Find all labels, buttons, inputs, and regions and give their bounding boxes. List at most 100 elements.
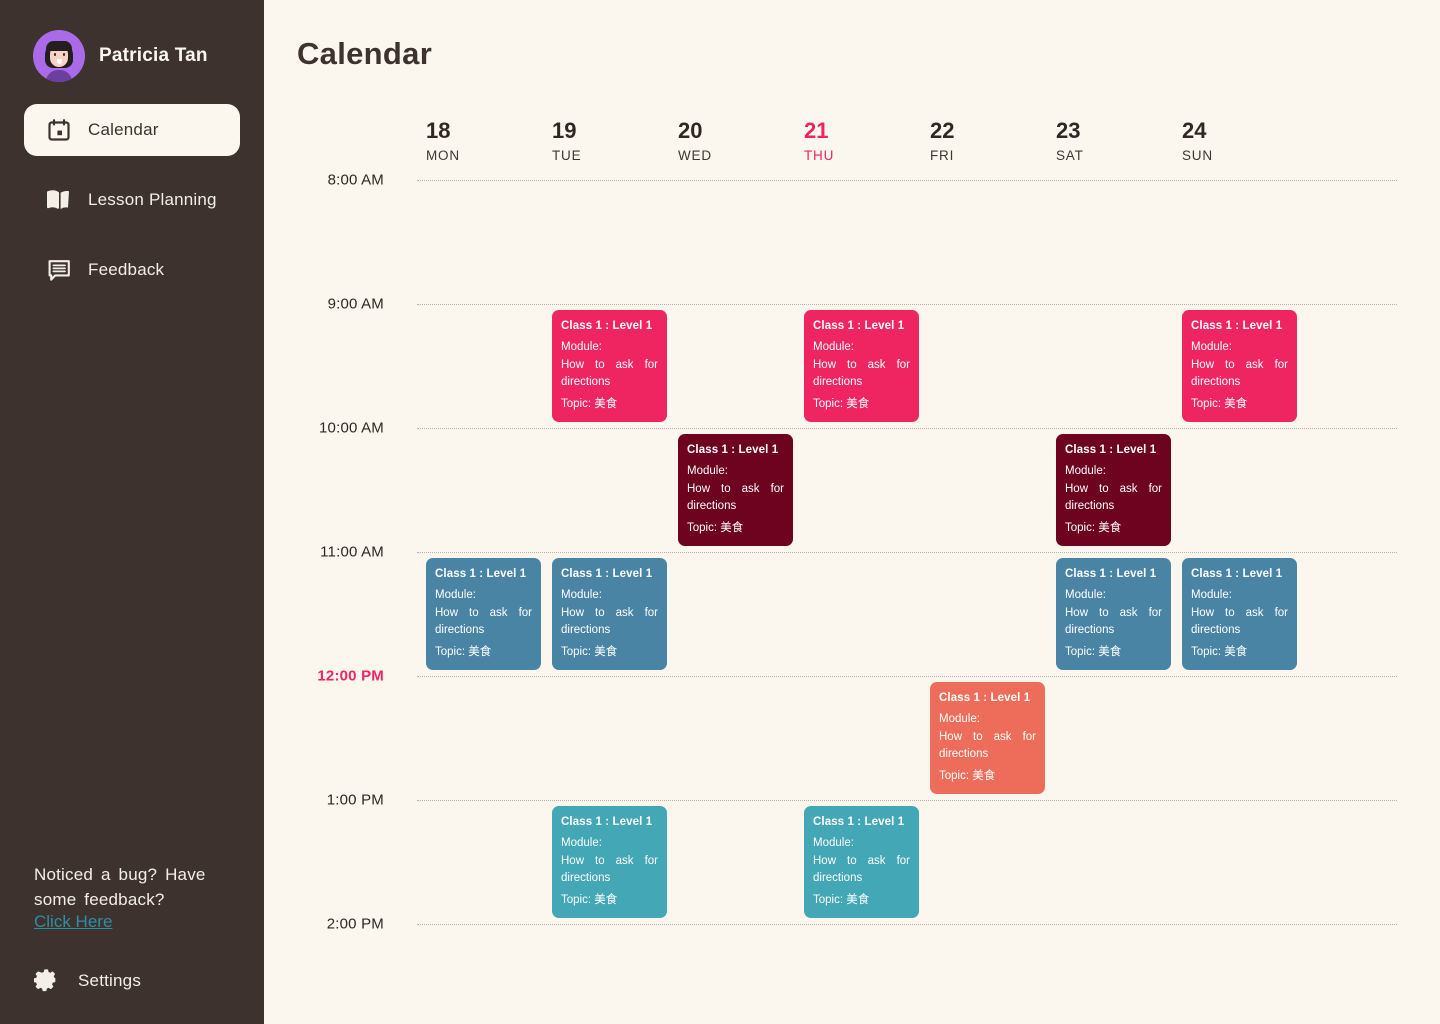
event-module-body: How to ask for directions <box>1191 358 1288 389</box>
sidebar-item-feedback[interactable]: Feedback <box>24 244 240 296</box>
day-header[interactable]: 23 SAT <box>1056 118 1084 174</box>
calendar-event-card[interactable]: Class 1 : Level 1 Module: How to ask for d… <box>1182 558 1297 670</box>
profile-block[interactable]: Patricia Tan <box>0 0 264 82</box>
avatar <box>33 30 85 82</box>
time-label: 9:00 AM <box>327 295 384 313</box>
event-title: Class 1 : Level 1 <box>1065 568 1157 580</box>
calendar-event-card[interactable]: Class 1 : Level 1 Module: How to ask for d… <box>678 434 793 546</box>
day-number: 22 <box>930 118 955 143</box>
sidebar-item-calendar[interactable]: Calendar <box>24 104 240 156</box>
event-module-body: How to ask for directions <box>435 606 532 637</box>
day-header[interactable]: 21 THU <box>804 118 834 174</box>
time-label: 10:00 AM <box>319 419 384 437</box>
event-module-label: Module: <box>687 465 728 477</box>
event-module-body: How to ask for directions <box>1065 606 1162 637</box>
grid-hour-line <box>417 676 1397 677</box>
time-label: 12:00 PM <box>317 667 384 685</box>
day-number: 23 <box>1056 118 1081 143</box>
day-header[interactable]: 24 SUN <box>1182 118 1213 174</box>
event-module-body: How to ask for directions <box>561 358 658 389</box>
grid-hour-line <box>417 428 1397 429</box>
day-number: 24 <box>1182 118 1207 143</box>
event-topic: Topic: 美食 <box>1191 645 1248 658</box>
calendar-event-card[interactable]: Class 1 : Level 1 Module: How to ask for d… <box>552 806 667 918</box>
settings-button[interactable]: Settings <box>34 968 230 994</box>
grid-hour-line <box>417 800 1397 801</box>
event-title: Class 1 : Level 1 <box>813 320 905 332</box>
main-content: Calendar 8:00 AM 9:00 AM 10:00 AM 11:00 AM 1… <box>264 0 1440 1024</box>
day-of-week: THU <box>804 148 835 163</box>
event-topic: Topic: 美食 <box>813 893 870 906</box>
event-module-body: How to ask for directions <box>813 854 910 885</box>
event-module-label: Module: <box>561 837 602 849</box>
calendar-event-card[interactable]: Class 1 : Level 1 Module: How to ask for d… <box>1182 310 1297 422</box>
sidebar-item-lesson-planning[interactable]: Lesson Planning <box>24 174 240 226</box>
sidebar: Patricia Tan Calendar Lesson Planning Fe… <box>0 0 264 1024</box>
sidebar-item-label: Lesson Planning <box>88 190 217 209</box>
event-module-label: Module: <box>1065 465 1106 477</box>
event-topic: Topic: 美食 <box>687 521 744 534</box>
day-number: 19 <box>552 118 577 143</box>
event-module-label: Module: <box>1191 589 1232 601</box>
calendar-event-card[interactable]: Class 1 : Level 1 Module: How to ask for d… <box>804 310 919 422</box>
grid-hour-line <box>417 180 1397 181</box>
bug-prompt-line2: some feedback? <box>34 890 165 909</box>
day-header[interactable]: 19 TUE <box>552 118 581 174</box>
calendar-event-card[interactable]: Class 1 : Level 1 Module: How to ask for d… <box>426 558 541 670</box>
day-number: 21 <box>804 118 829 143</box>
chat-message-icon <box>46 257 72 283</box>
app-root: Patricia Tan Calendar Lesson Planning Fe… <box>0 0 1440 1024</box>
open-book-icon <box>46 187 72 213</box>
event-topic: Topic: 美食 <box>1191 397 1248 410</box>
time-label: 2:00 PM <box>326 915 384 933</box>
day-of-week: MON <box>426 148 460 163</box>
event-title: Class 1 : Level 1 <box>813 816 905 828</box>
sidebar-footer: Noticed a bug? Have some feedback? Click… <box>0 862 264 1024</box>
event-module-label: Module: <box>813 341 854 353</box>
day-of-week: SAT <box>1056 148 1084 163</box>
event-title: Class 1 : Level 1 <box>1191 568 1283 580</box>
event-topic: Topic: 美食 <box>813 397 870 410</box>
event-title: Class 1 : Level 1 <box>939 692 1031 704</box>
bug-prompt-line1: Noticed a bug? Have <box>34 865 206 884</box>
calendar-grid: 8:00 AM 9:00 AM 10:00 AM 11:00 AM 12:00 PM 1:… <box>264 0 1440 1024</box>
event-module-body: How to ask for directions <box>561 606 658 637</box>
event-module-label: Module: <box>939 713 980 725</box>
event-title: Class 1 : Level 1 <box>561 320 653 332</box>
day-header[interactable]: 22 FRI <box>930 118 954 174</box>
calendar-event-card[interactable]: Class 1 : Level 1 Module: How to ask for d… <box>804 806 919 918</box>
day-of-week: WED <box>678 148 712 163</box>
event-topic: Topic: 美食 <box>1065 645 1122 658</box>
calendar-event-card[interactable]: Class 1 : Level 1 Module: How to ask for d… <box>1056 558 1171 670</box>
feedback-click-here-link[interactable]: Click Here <box>34 912 112 932</box>
day-of-week: SUN <box>1182 148 1213 163</box>
event-module-label: Module: <box>561 341 602 353</box>
grid-hour-line <box>417 924 1397 925</box>
day-number: 18 <box>426 118 451 143</box>
event-title: Class 1 : Level 1 <box>1065 444 1157 456</box>
sidebar-item-label: Calendar <box>88 120 159 139</box>
calendar-icon <box>46 117 72 143</box>
event-topic: Topic: 美食 <box>561 397 618 410</box>
event-topic: Topic: 美食 <box>561 893 618 906</box>
event-module-label: Module: <box>1065 589 1106 601</box>
event-title: Class 1 : Level 1 <box>561 816 653 828</box>
sidebar-nav: Calendar Lesson Planning Feedback <box>0 104 264 296</box>
profile-name: Patricia Tan <box>99 45 208 66</box>
day-of-week: FRI <box>930 148 955 163</box>
calendar-event-card[interactable]: Class 1 : Level 1 Module: How to ask for d… <box>552 558 667 670</box>
day-header[interactable]: 20 WED <box>678 118 712 174</box>
event-module-label: Module: <box>561 589 602 601</box>
calendar-event-card[interactable]: Class 1 : Level 1 Module: How to ask for d… <box>1056 434 1171 546</box>
day-of-week: TUE <box>552 148 582 163</box>
event-module-label: Module: <box>813 837 854 849</box>
grid-hour-line <box>417 552 1397 553</box>
event-module-body: How to ask for directions <box>813 358 910 389</box>
event-title: Class 1 : Level 1 <box>1191 320 1283 332</box>
day-header[interactable]: 18 MON <box>426 118 460 174</box>
time-label: 11:00 AM <box>320 543 384 561</box>
calendar-event-card[interactable]: Class 1 : Level 1 Module: How to ask for d… <box>552 310 667 422</box>
calendar-event-card[interactable]: Class 1 : Level 1 Module: How to ask for d… <box>930 682 1045 794</box>
day-number: 20 <box>678 118 703 143</box>
event-module-body: How to ask for directions <box>687 482 784 513</box>
